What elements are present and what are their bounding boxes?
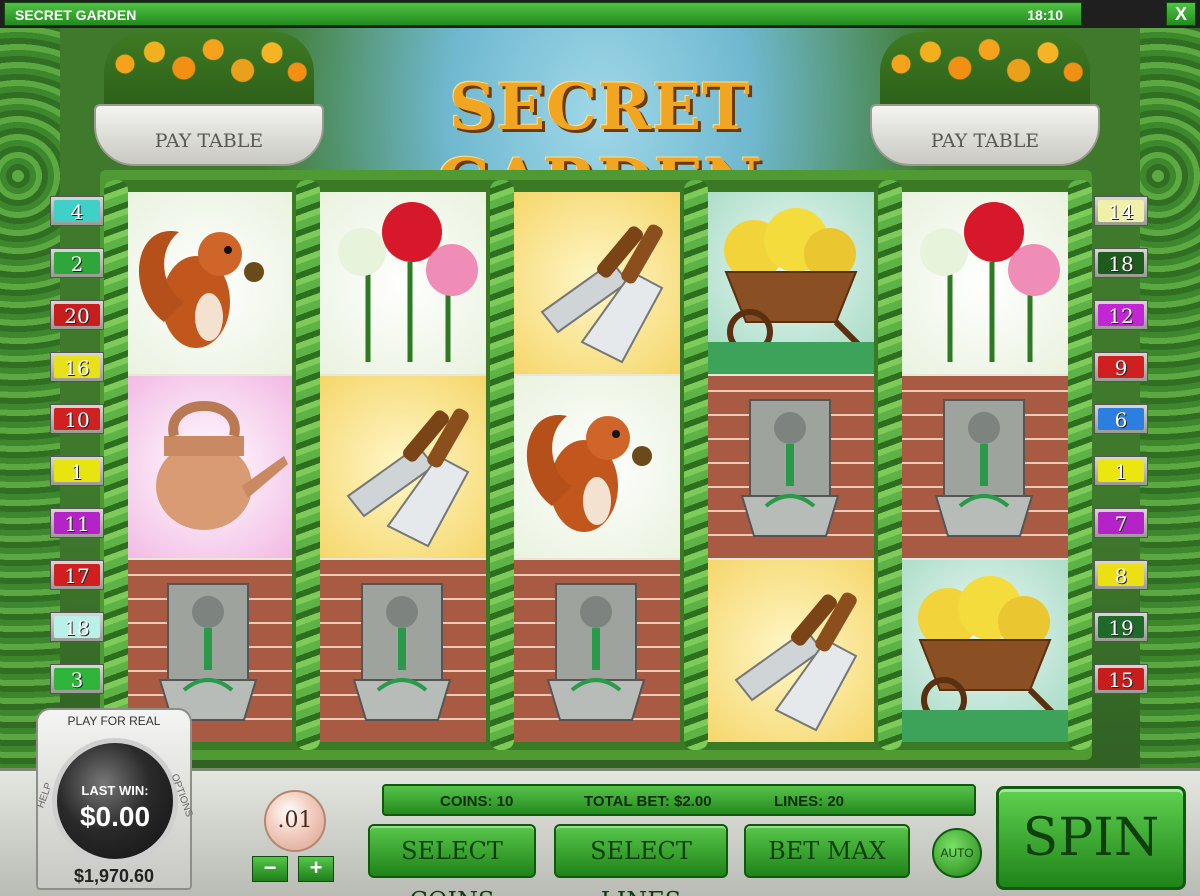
last-win-label: LAST WIN: [81, 783, 149, 798]
payline-number: 2 [54, 252, 100, 276]
garden-tools-symbol-icon [318, 376, 486, 558]
payline-number: 18 [1098, 252, 1144, 276]
close-button[interactable]: X [1166, 2, 1196, 26]
wheelbarrow-symbol-icon [706, 192, 874, 374]
payline-marker[interactable]: 9 [1094, 352, 1148, 382]
watering-can-symbol-icon [124, 376, 292, 558]
reel-5 [900, 192, 1068, 742]
spin-button[interactable]: SPIN [996, 786, 1186, 890]
payline-number: 7 [1098, 512, 1144, 536]
payline-number: 8 [1098, 564, 1144, 588]
payline-number: 17 [54, 564, 100, 588]
payline-number: 12 [1098, 304, 1144, 328]
pay-table-right-label[interactable]: PAY TABLE [870, 130, 1100, 152]
vine-divider [490, 180, 514, 750]
flower-planter-icon [104, 32, 314, 112]
vine-divider [104, 180, 128, 750]
payline-number: 3 [54, 668, 100, 692]
payline-number: 9 [1098, 356, 1144, 380]
vine-divider [1068, 180, 1092, 750]
fountain-symbol-icon [318, 560, 486, 742]
wheelbarrow-symbol-icon [900, 560, 1068, 742]
pay-table-left-label[interactable]: PAY TABLE [94, 130, 324, 152]
payline-marker[interactable]: 15 [1094, 664, 1148, 694]
payline-marker[interactable]: 20 [50, 300, 104, 330]
payline-marker[interactable]: 2 [50, 248, 104, 278]
payline-marker[interactable]: 18 [50, 612, 104, 642]
coin-increase-button[interactable]: + [298, 856, 334, 882]
payline-marker[interactable]: 19 [1094, 612, 1148, 642]
reel-3 [512, 192, 680, 742]
payline-marker[interactable]: 4 [50, 196, 104, 226]
garden-tools-symbol-icon [512, 192, 680, 374]
reel-1 [124, 192, 292, 742]
roses-symbol-icon [318, 192, 486, 374]
garden-tools-symbol-icon [706, 560, 874, 742]
payline-number: 1 [1098, 460, 1144, 484]
payline-marker[interactable]: 7 [1094, 508, 1148, 538]
roses-symbol-icon [900, 192, 1068, 374]
title-bar-strip: SECRET GARDEN 18:10 [4, 2, 1082, 26]
last-win-value: $0.00 [79, 801, 151, 832]
payline-number: 10 [54, 408, 100, 432]
right-vine-decoration [1140, 28, 1200, 768]
pay-table-right[interactable]: PAY TABLE [870, 32, 1100, 172]
payline-number: 20 [54, 304, 100, 328]
payline-marker[interactable]: 10 [50, 404, 104, 434]
flower-planter-icon [880, 32, 1090, 112]
payline-number: 1 [54, 460, 100, 484]
payline-number: 19 [1098, 616, 1144, 640]
payline-marker[interactable]: 1 [1094, 456, 1148, 486]
title-bar: SECRET GARDEN 18:10 X [0, 0, 1200, 28]
payline-number: 15 [1098, 668, 1144, 692]
payline-marker[interactable]: 11 [50, 508, 104, 538]
payline-number: 4 [54, 200, 100, 224]
coin-decrease-button[interactable]: − [252, 856, 288, 882]
last-win-coin: LAST WIN: $0.00 [52, 738, 178, 864]
bet-info-bar: COINS: 10 TOTAL BET: $2.00 LINES: 20 [382, 784, 976, 816]
payline-number: 11 [54, 512, 100, 536]
select-coins-button[interactable]: SELECT COINS [368, 824, 536, 896]
payline-marker[interactable]: 14 [1094, 196, 1148, 226]
pay-table-left[interactable]: PAY TABLE [94, 32, 324, 172]
payline-marker[interactable]: 18 [1094, 248, 1148, 278]
coin-value-display: .01 [264, 790, 326, 852]
bet-max-button[interactable]: BET MAX [744, 824, 910, 878]
payline-number: 14 [1098, 200, 1144, 224]
payline-number: 18 [54, 616, 100, 640]
reel-4 [706, 192, 874, 742]
payline-number: 6 [1098, 408, 1144, 432]
vine-divider [296, 180, 320, 750]
squirrel-symbol-icon [512, 376, 680, 558]
clock: 18:10 [1027, 7, 1063, 23]
payline-number: 16 [54, 356, 100, 380]
squirrel-symbol-icon [124, 192, 292, 374]
lines-readout: LINES: 20 [774, 793, 845, 810]
fountain-symbol-icon [900, 376, 1068, 558]
app-title: SECRET GARDEN [15, 7, 137, 23]
payline-marker[interactable]: 17 [50, 560, 104, 590]
payline-marker[interactable]: 6 [1094, 404, 1148, 434]
total-bet-readout: TOTAL BET: $2.00 [584, 793, 712, 810]
play-for-real-label[interactable]: PLAY FOR REAL [38, 714, 190, 728]
left-vine-decoration [0, 28, 60, 768]
select-lines-button[interactable]: SELECT LINES [554, 824, 728, 896]
coins-readout: COINS: 10 [440, 793, 514, 810]
payline-marker[interactable]: 12 [1094, 300, 1148, 330]
autoplay-button[interactable]: AUTO [932, 828, 982, 878]
payline-marker[interactable]: 8 [1094, 560, 1148, 590]
fountain-symbol-icon [512, 560, 680, 742]
payline-marker[interactable]: 1 [50, 456, 104, 486]
balance: $1,970.60 [73, 866, 155, 886]
play-for-real-badge[interactable]: PLAY FOR REAL LAST WIN: $0.00 HELP OPTIO… [35, 708, 194, 890]
reel-2 [318, 192, 486, 742]
fountain-symbol-icon [706, 376, 874, 558]
vine-divider [878, 180, 902, 750]
payline-marker[interactable]: 16 [50, 352, 104, 382]
vine-divider [684, 180, 708, 750]
payline-marker[interactable]: 3 [50, 664, 104, 694]
